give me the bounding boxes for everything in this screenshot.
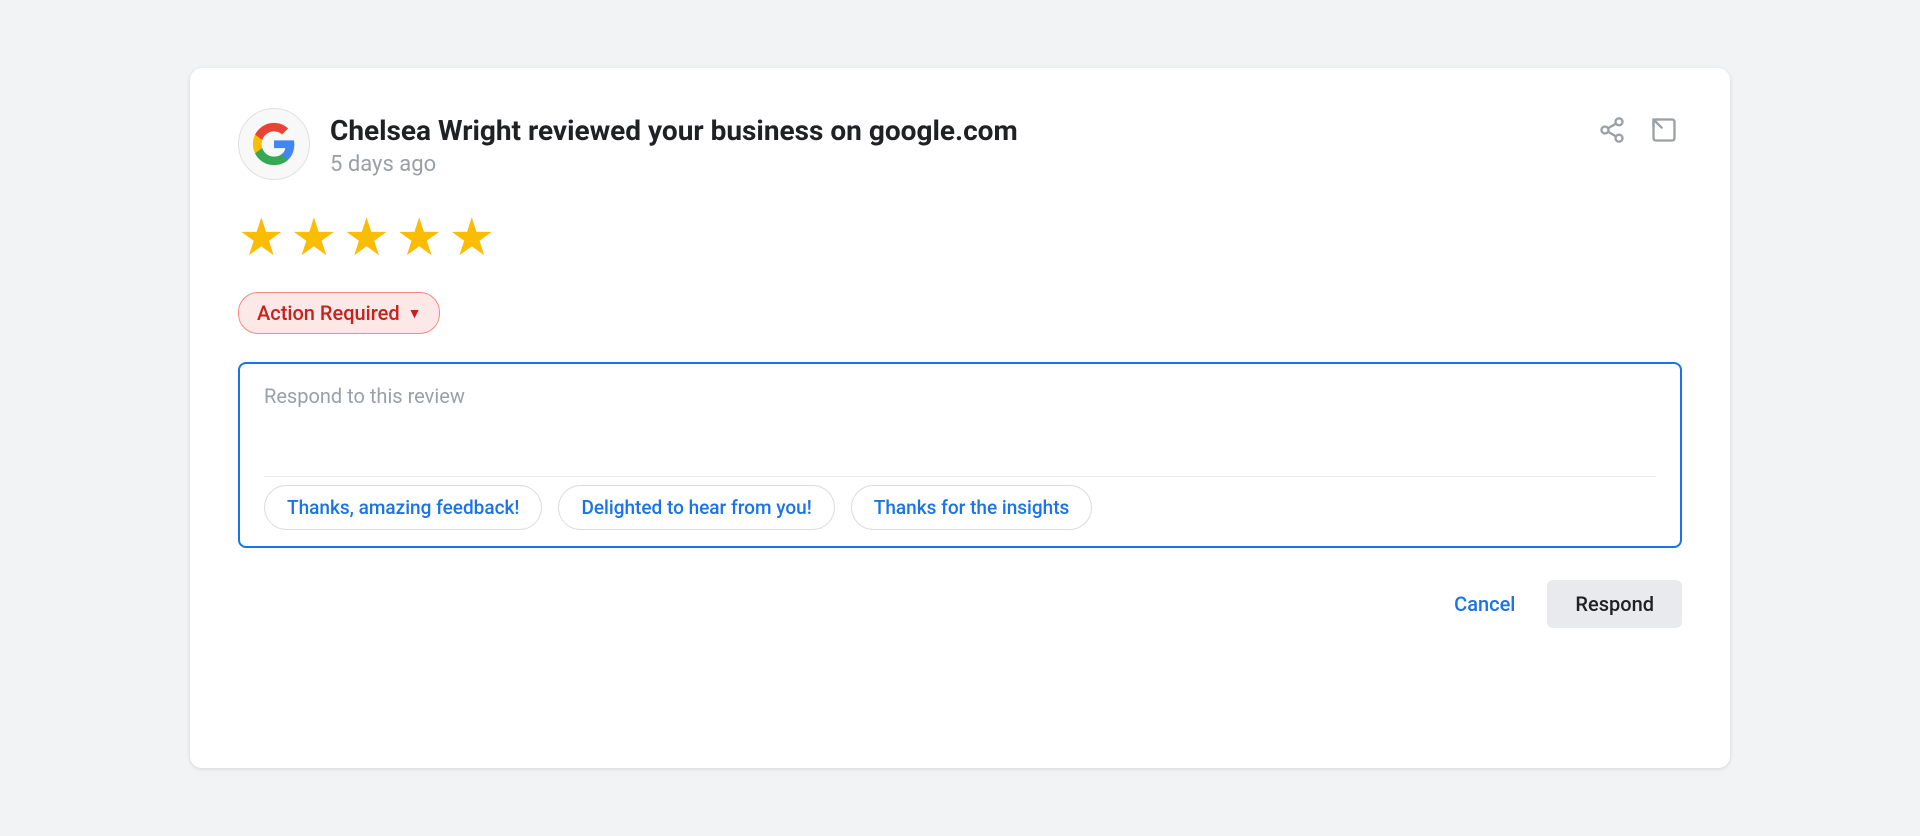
header-row: Chelsea Wright reviewed your business on… <box>238 108 1682 180</box>
response-box: Thanks, amazing feedback! Delighted to h… <box>238 362 1682 548</box>
star-1: ★ <box>238 212 285 264</box>
star-2: ★ <box>291 212 338 264</box>
dropdown-arrow-icon: ▼ <box>408 305 422 322</box>
suggestion-chip-3[interactable]: Thanks for the insights <box>851 485 1093 530</box>
star-5: ★ <box>449 212 496 264</box>
action-required-label: Action Required <box>257 301 400 325</box>
review-title: Chelsea Wright reviewed your business on… <box>330 114 1018 148</box>
footer-row: Cancel Respond <box>238 580 1682 628</box>
suggestion-chip-1[interactable]: Thanks, amazing feedback! <box>264 485 542 530</box>
suggestion-chip-2[interactable]: Delighted to hear from you! <box>558 485 834 530</box>
suggestions-row: Thanks, amazing feedback! Delighted to h… <box>264 476 1656 530</box>
google-logo <box>238 108 310 180</box>
review-card: Chelsea Wright reviewed your business on… <box>190 68 1730 768</box>
share-button[interactable] <box>1594 112 1630 148</box>
cancel-button[interactable]: Cancel <box>1438 582 1531 626</box>
response-textarea[interactable] <box>264 384 1656 464</box>
share-icon <box>1598 116 1626 144</box>
star-4: ★ <box>396 212 443 264</box>
star-3: ★ <box>343 212 390 264</box>
header-icons <box>1594 108 1682 148</box>
header-left: Chelsea Wright reviewed your business on… <box>238 108 1018 180</box>
review-time: 5 days ago <box>330 152 1018 177</box>
action-required-badge[interactable]: Action Required ▼ <box>238 292 440 334</box>
google-g-icon <box>252 122 296 166</box>
header-text: Chelsea Wright reviewed your business on… <box>330 108 1018 177</box>
external-link-icon <box>1650 116 1678 144</box>
stars-row: ★ ★ ★ ★ ★ <box>238 212 1682 264</box>
respond-button[interactable]: Respond <box>1547 580 1682 628</box>
external-link-button[interactable] <box>1646 112 1682 148</box>
